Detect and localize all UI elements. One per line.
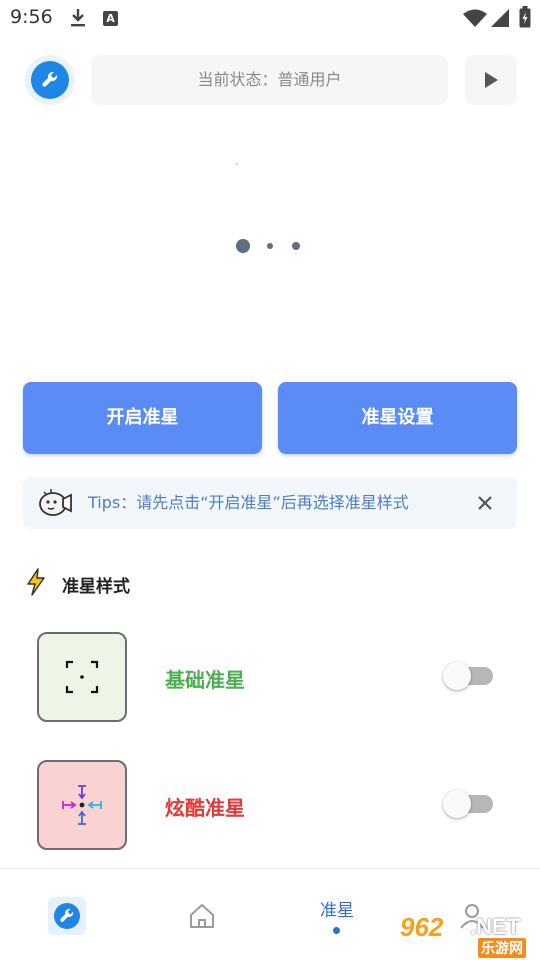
toggle-knob xyxy=(443,662,471,690)
basic-crosshair-label: 基础准星 xyxy=(165,668,245,692)
loading-speck xyxy=(236,163,238,165)
carousel-indicator xyxy=(236,239,316,253)
a-badge-icon: A xyxy=(103,11,118,26)
crosshair-settings-button[interactable]: 准星设置 xyxy=(278,382,517,454)
cool-crosshair-toggle[interactable] xyxy=(441,787,495,821)
nav-aim[interactable]: 准星 xyxy=(320,896,354,921)
megaphone-icon xyxy=(39,489,72,516)
signal-icon xyxy=(491,9,509,27)
watermark-sub: 乐游网 xyxy=(478,938,526,958)
cool-crosshair-label: 炫酷准星 xyxy=(165,796,245,820)
nav-tool[interactable] xyxy=(48,897,86,935)
basic-crosshair-thumbnail xyxy=(37,632,127,722)
status-bar: 9:56 A xyxy=(0,0,540,36)
basic-crosshair-icon xyxy=(65,660,99,694)
wrench-icon xyxy=(60,908,74,922)
play-button[interactable] xyxy=(465,55,517,105)
section-title: 准星样式 xyxy=(62,577,130,597)
lightning-icon xyxy=(27,568,45,596)
toggle-knob xyxy=(443,790,471,818)
close-icon[interactable] xyxy=(475,493,495,513)
watermark-net: .NET xyxy=(470,914,521,939)
home-icon[interactable] xyxy=(188,902,216,930)
user-status-bar: 当前状态：普通用户 xyxy=(91,55,448,105)
status-time: 9:56 xyxy=(10,6,53,28)
wrench-icon xyxy=(42,71,58,87)
download-icon xyxy=(71,9,85,27)
start-crosshair-button[interactable]: 开启准星 xyxy=(23,382,262,454)
wifi-icon xyxy=(463,9,487,27)
carousel-dot xyxy=(292,242,300,250)
app-logo[interactable] xyxy=(25,55,75,105)
tips-text: Tips：请先点击“开启准星”后再选择准星样式 xyxy=(88,493,409,512)
watermark-number: 962 xyxy=(400,912,444,942)
site-watermark: 962 .NET 乐游网 xyxy=(400,912,536,958)
cool-crosshair-icon xyxy=(62,785,102,825)
nav-active-indicator xyxy=(333,927,340,934)
basic-crosshair-toggle[interactable] xyxy=(441,659,495,693)
cool-crosshair-thumbnail xyxy=(37,760,127,850)
carousel-dot-active xyxy=(236,239,250,253)
battery-icon xyxy=(519,6,531,28)
tips-banner: Tips：请先点击“开启准星”后再选择准星样式 xyxy=(23,477,517,529)
play-icon xyxy=(485,72,498,88)
carousel-dot xyxy=(267,243,273,249)
